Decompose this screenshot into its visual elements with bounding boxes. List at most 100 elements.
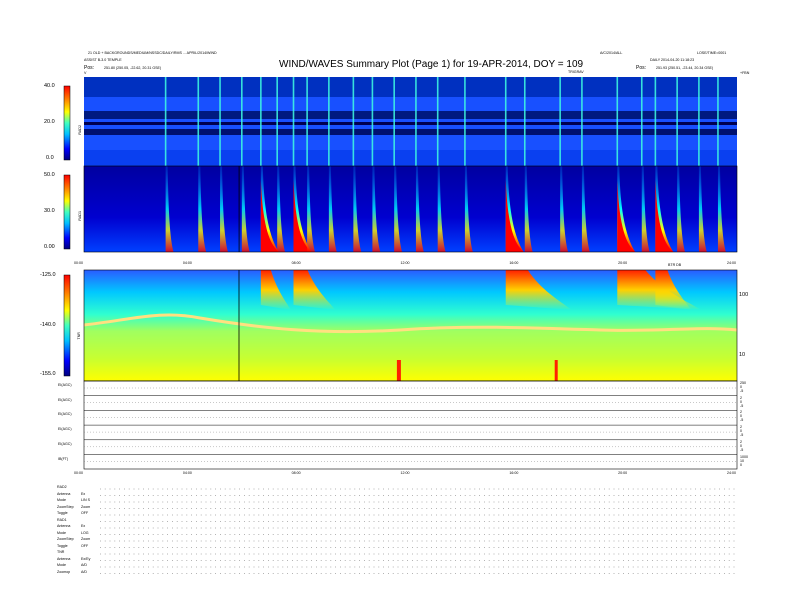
summary-plot-graphics [63, 77, 738, 574]
corner-right-label: +FBN [740, 71, 750, 75]
strip-panels [83, 380, 738, 470]
rad1-tick-mid: 30.0 [44, 208, 55, 214]
rad2-burst-8 [328, 77, 330, 166]
time-tick-1-1: 04:00 [182, 471, 192, 475]
group2-row-val-0: Ex [81, 524, 86, 528]
tnr-low-burst-0 [396, 360, 401, 381]
rad2-burst-14 [464, 77, 466, 166]
strip-right-tick-2-2: -5 [740, 418, 744, 423]
rad2-burst-18 [581, 77, 583, 166]
header-right-top-right: LOSE/TIME=0001 [697, 51, 727, 55]
group1-row-key-1: Mode [57, 498, 66, 502]
time-tick-1-0: 00:00 [74, 471, 83, 475]
group1-row-key-3: Toggle [57, 511, 68, 515]
group2-row-key-1: Mode [57, 530, 66, 535]
group2-title: RAD1 [57, 517, 67, 522]
tnr-right-tick-100: 100 [739, 292, 749, 298]
group3-row-val-0: Ex/Ey [81, 556, 91, 561]
group3-row-key-0: Antenna [57, 556, 71, 561]
rad1-panel [83, 165, 738, 253]
group1-row-val-3: OFF [81, 511, 89, 515]
rad2-burst-7 [306, 77, 308, 166]
strip-right-tick-3-2: -5 [740, 433, 744, 438]
header-arrow-label: TRIGRAV [568, 70, 584, 74]
rad1-tick-top: 50.0 [44, 172, 55, 178]
time-tick-0-3: 12:00 [400, 261, 410, 265]
header-right-pos-label: Pos: [636, 65, 647, 71]
rad1-tick-bottom: 0.00 [44, 244, 55, 250]
tnr-right-tick-10: 10 [739, 352, 746, 358]
strip-label-5: IB(FT) [58, 456, 69, 461]
tnr-label: TNR [76, 332, 81, 340]
tnr-right-label: BTR DB [668, 263, 682, 267]
rad1-label: RAD1 [78, 211, 82, 221]
rad2-burst-6 [292, 77, 295, 166]
rad2-burst-10 [371, 77, 374, 166]
group1-row-val-2: Zoom [81, 504, 91, 509]
header-right-pos-value: 251.93 (250.51, -23.44, 20.34 GSE) [656, 66, 714, 70]
rad2-burst-16 [523, 77, 526, 166]
rad2-tick-mid: 20.0 [44, 119, 55, 125]
group3-title: TNR [57, 550, 65, 554]
rad2-panel [84, 77, 737, 166]
time-tick-1-5: 20:00 [618, 471, 628, 475]
rad2-burst-20 [640, 77, 643, 166]
tnr-low-burst-1 [554, 360, 558, 381]
time-tick-1-6: 24:00 [727, 471, 736, 475]
time-tick-1-2: 08:00 [291, 471, 301, 475]
strip-label-1: EI(AGC) [58, 397, 72, 402]
rad2-burst-2 [219, 77, 221, 166]
rad2-burst-4 [260, 77, 262, 166]
rad2-tick-top: 40.0 [44, 83, 55, 89]
header-left-pos-value: 251.80 (250.05, -22.62, 20.31 GSE) [104, 66, 162, 70]
strip-label-3: EI(AGC) [58, 427, 72, 432]
rad2-burst-17 [559, 77, 561, 166]
tnr-tick-top: -125.0 [40, 272, 56, 278]
plot-title: WIND/WAVES Summary Plot (Page 1) for 19-… [279, 59, 584, 70]
time-tick-0-4: 16:00 [509, 261, 519, 265]
header-right-line2: DAILY 2014-04-20 11:18:23 [650, 58, 695, 62]
rad2-burst-15 [504, 77, 507, 166]
tnr-tick-mid: -140.0 [40, 322, 56, 328]
rad2-burst-9 [352, 77, 355, 166]
strip-label-2: EI(AGC) [58, 412, 72, 417]
strip-label-4: EI(AGC) [58, 441, 72, 446]
group1-row-val-0: Ex [81, 491, 86, 496]
rad2-burst-0 [164, 77, 167, 166]
time-tick-0-5: 20:00 [618, 261, 628, 265]
strip-right-tick-4-2: -5 [740, 447, 744, 452]
time-tick-0-1: 04:00 [182, 261, 192, 265]
strip-right-tick-1-2: -5 [740, 403, 744, 408]
rad2-burst-22 [676, 77, 678, 166]
rad2-burst-13 [436, 77, 439, 166]
rad2-colorbar [63, 85, 71, 161]
tnr-colorbar [63, 274, 71, 377]
footer-dot-rows [100, 488, 737, 574]
tnr-panel [83, 269, 738, 382]
rad2-tick-bottom: 0.0 [46, 155, 54, 161]
strip-right-tick-0-2: -5 [740, 389, 744, 393]
header-left-line2: ASSIST B-3.0 TEMPLE [84, 58, 122, 62]
rad2-burst-12 [415, 77, 417, 166]
group1-title: RAD2 [57, 485, 67, 489]
group2-row-val-2: Zoom [81, 537, 91, 541]
group1-row-val-1: LIN S [81, 498, 90, 502]
strip-right-tick-5-2: 0 [740, 462, 742, 467]
group3-row-key-2: Zoomop [57, 569, 71, 574]
rad2-burst-5 [276, 77, 278, 166]
rad2-burst-1 [197, 77, 200, 166]
header-left-line1: 21 OLD + BACKGROUNDS/MEDIUM/NSSDC/DAILY/… [88, 51, 217, 55]
group3-row-key-1: Mode [57, 563, 66, 567]
rad1-colorbar [63, 174, 71, 250]
rad2-burst-3 [241, 77, 243, 166]
time-tick-0-6: 24:00 [727, 261, 736, 265]
rad2-burst-19 [616, 77, 619, 166]
header-right-top-mid: A/C/2014/ALL [600, 51, 623, 55]
rad2-burst-11 [393, 77, 395, 166]
group1-row-key-0: Antenna [57, 491, 71, 496]
group3-row-val-1: A/D [81, 563, 87, 567]
group2-row-key-0: Antenna [57, 524, 71, 528]
time-tick-1-3: 12:00 [400, 471, 410, 475]
time-tick-0-0: 00:00 [74, 261, 83, 265]
rad2-burst-24 [717, 77, 719, 166]
